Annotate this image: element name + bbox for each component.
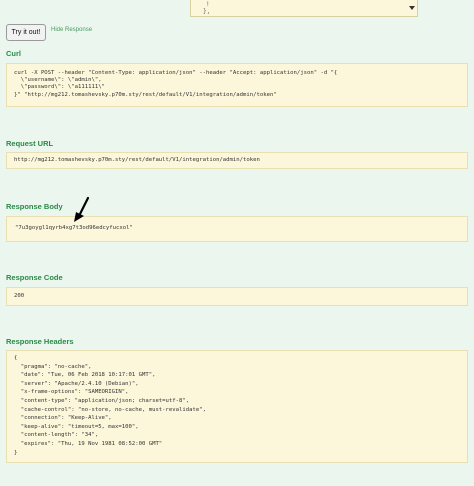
- curl-line: \"password\": \"a111111\": [14, 84, 105, 91]
- request-url-title: Request URL: [6, 139, 54, 148]
- request-url-box: http://mg212.tomashevsky.p70m.sty/rest/d…: [6, 152, 468, 169]
- curl-box: curl -X POST --header "Content-Type: app…: [6, 63, 468, 107]
- response-headers-box: { "pragma": "no-cache", "date": "Tue, 06…: [6, 350, 468, 463]
- header-line: "content-type": "application/json; chars…: [14, 397, 190, 404]
- curl-line: \"username\": \"admin\",: [14, 77, 102, 84]
- response-code-title: Response Code: [6, 273, 63, 282]
- curl-line: }" "http://mg212.tomashevsky.p70m.sty/re…: [14, 91, 277, 98]
- request-body-textarea[interactable]: ! },: [190, 0, 418, 17]
- curl-title: Curl: [6, 49, 21, 58]
- arrow-pointer-icon: [74, 196, 90, 222]
- header-line: "content-length": "34",: [14, 432, 99, 439]
- response-code-value: 200: [14, 293, 25, 299]
- textarea-line: !: [206, 1, 210, 8]
- header-line: "date": "Tue, 06 Feb 2018 10:17:01 GMT",: [14, 372, 156, 379]
- textarea-line: },: [203, 8, 211, 15]
- request-url-value: http://mg212.tomashevsky.p70m.sty/rest/d…: [14, 157, 260, 163]
- try-it-out-button[interactable]: Try it out!: [6, 24, 46, 41]
- response-code-box: 200: [6, 287, 468, 306]
- header-line: "cache-control": "no-store, no-cache, mu…: [14, 406, 206, 413]
- header-line: {: [14, 355, 18, 361]
- hide-response-link[interactable]: Hide Response: [51, 27, 92, 33]
- header-line: "pragma": "no-cache",: [14, 363, 92, 370]
- response-headers-title: Response Headers: [6, 337, 74, 346]
- curl-line: curl -X POST --header "Content-Type: app…: [14, 70, 338, 76]
- header-line: }: [14, 449, 18, 456]
- header-line: "x-frame-options": "SAMEORIGIN",: [14, 389, 129, 396]
- header-line: "expires": "Thu, 19 Nov 1981 08:52:00 GM…: [14, 440, 163, 447]
- header-line: "keep-alive": "timeout=5, max=100",: [14, 423, 139, 430]
- response-body-title: Response Body: [6, 202, 63, 211]
- header-line: "connection": "Keep-Alive",: [14, 415, 112, 422]
- header-line: "server": "Apache/2.4.10 (Debian)",: [14, 380, 139, 387]
- response-body-value: "7u3goygl1qyrb4xg7t3od96edcyfucxol": [15, 225, 133, 231]
- triangle-down-icon[interactable]: [409, 6, 415, 10]
